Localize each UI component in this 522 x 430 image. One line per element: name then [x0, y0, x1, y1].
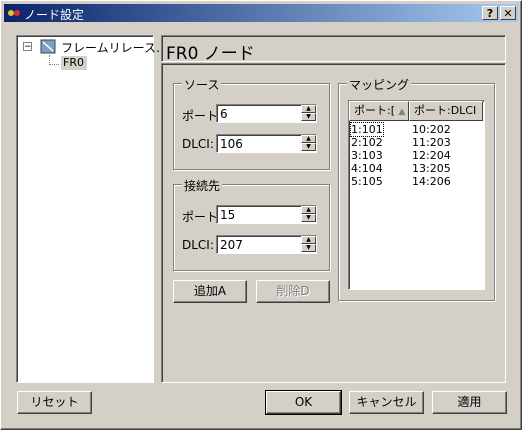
help-button[interactable]: ?	[482, 6, 498, 20]
page-header: FR0 ノード	[161, 35, 506, 64]
source-dlci-label: DLCI:	[182, 137, 214, 151]
destination-port-spinner[interactable]: 15 ▲ ▼	[216, 205, 317, 224]
spin-down-icon[interactable]: ▼	[301, 214, 316, 222]
source-group-title: ソース	[182, 76, 222, 93]
delete-button[interactable]: 削除D	[256, 280, 330, 303]
spin-down-icon[interactable]: ▼	[301, 113, 316, 121]
cell-destination: 12:204	[412, 149, 451, 162]
app-icon	[8, 10, 20, 16]
tree-item-fr0[interactable]: FR0	[61, 56, 87, 70]
destination-dlci-value: 207	[220, 238, 243, 252]
destination-group: 接続先 ポート: 15 ▲ ▼ DLCI: 207 ▲ ▼	[173, 177, 330, 271]
cell-destination: 11:203	[412, 136, 451, 149]
cell-source: 5:105	[351, 175, 383, 188]
destination-group-title: 接続先	[182, 177, 223, 194]
mapping-list[interactable]: ポート:[ ▲ ポート:DLCI 1:101 10:202 2:102 11:2…	[348, 100, 485, 290]
cell-source: 1:101	[350, 122, 384, 137]
list-item[interactable]: 1:101 10:202	[350, 122, 451, 137]
spin-up-icon[interactable]: ▲	[301, 105, 316, 113]
reset-button[interactable]: リセット	[17, 391, 92, 414]
cell-source: 3:103	[351, 149, 383, 162]
window-title: ノード設定	[24, 8, 85, 22]
page-title: FR0 ノード	[166, 44, 255, 64]
column-header-dest-port[interactable]: ポート:DLCI	[409, 101, 483, 121]
cell-source: 4:104	[351, 162, 383, 175]
mapping-group-title: マッピング	[347, 76, 412, 93]
cell-destination: 14:206	[412, 175, 451, 188]
source-dlci-value: 106	[220, 137, 243, 151]
ok-button[interactable]: OK	[265, 390, 342, 415]
title-bar: ノード設定 ? ✕	[4, 4, 518, 22]
cell-source: 2:102	[351, 136, 383, 149]
spin-down-icon[interactable]: ▼	[301, 244, 316, 252]
tree-connector	[49, 64, 59, 66]
destination-dlci-spinner[interactable]: 207 ▲ ▼	[216, 235, 317, 254]
cell-destination: 10:202	[412, 123, 451, 136]
destination-port-value: 15	[220, 208, 236, 222]
node-settings-dialog: ノード設定 ? ✕ − フレームリレース… FR0 FR0 ノード ソース ポー…	[0, 0, 522, 430]
spin-up-icon[interactable]: ▲	[301, 236, 316, 244]
source-group: ソース ポート: 6 ▲ ▼ DLCI: 106 ▲ ▼	[173, 76, 330, 170]
source-port-value: 6	[220, 107, 228, 121]
spin-up-icon[interactable]: ▲	[301, 206, 316, 214]
sort-ascending-icon: ▲	[398, 107, 406, 117]
source-port-spinner[interactable]: 6 ▲ ▼	[216, 104, 317, 123]
network-node-icon	[40, 39, 56, 54]
node-tree[interactable]: − フレームリレース… FR0	[16, 35, 168, 383]
spin-down-icon[interactable]: ▼	[301, 143, 316, 151]
close-button[interactable]: ✕	[500, 6, 516, 20]
column-header-label: ポート:[	[354, 104, 395, 117]
tree-item-frame-relay[interactable]: フレームリレース…	[61, 39, 168, 56]
column-header-source-port[interactable]: ポート:[ ▲	[349, 101, 409, 121]
source-dlci-spinner[interactable]: 106 ▲ ▼	[216, 134, 317, 153]
apply-button[interactable]: 適用	[432, 391, 507, 414]
spin-up-icon[interactable]: ▲	[301, 135, 316, 143]
destination-dlci-label: DLCI:	[182, 238, 214, 252]
cancel-button[interactable]: キャンセル	[349, 391, 424, 414]
cell-destination: 13:205	[412, 162, 451, 175]
add-button[interactable]: 追加A	[173, 280, 247, 303]
tree-expander[interactable]: −	[23, 42, 32, 52]
